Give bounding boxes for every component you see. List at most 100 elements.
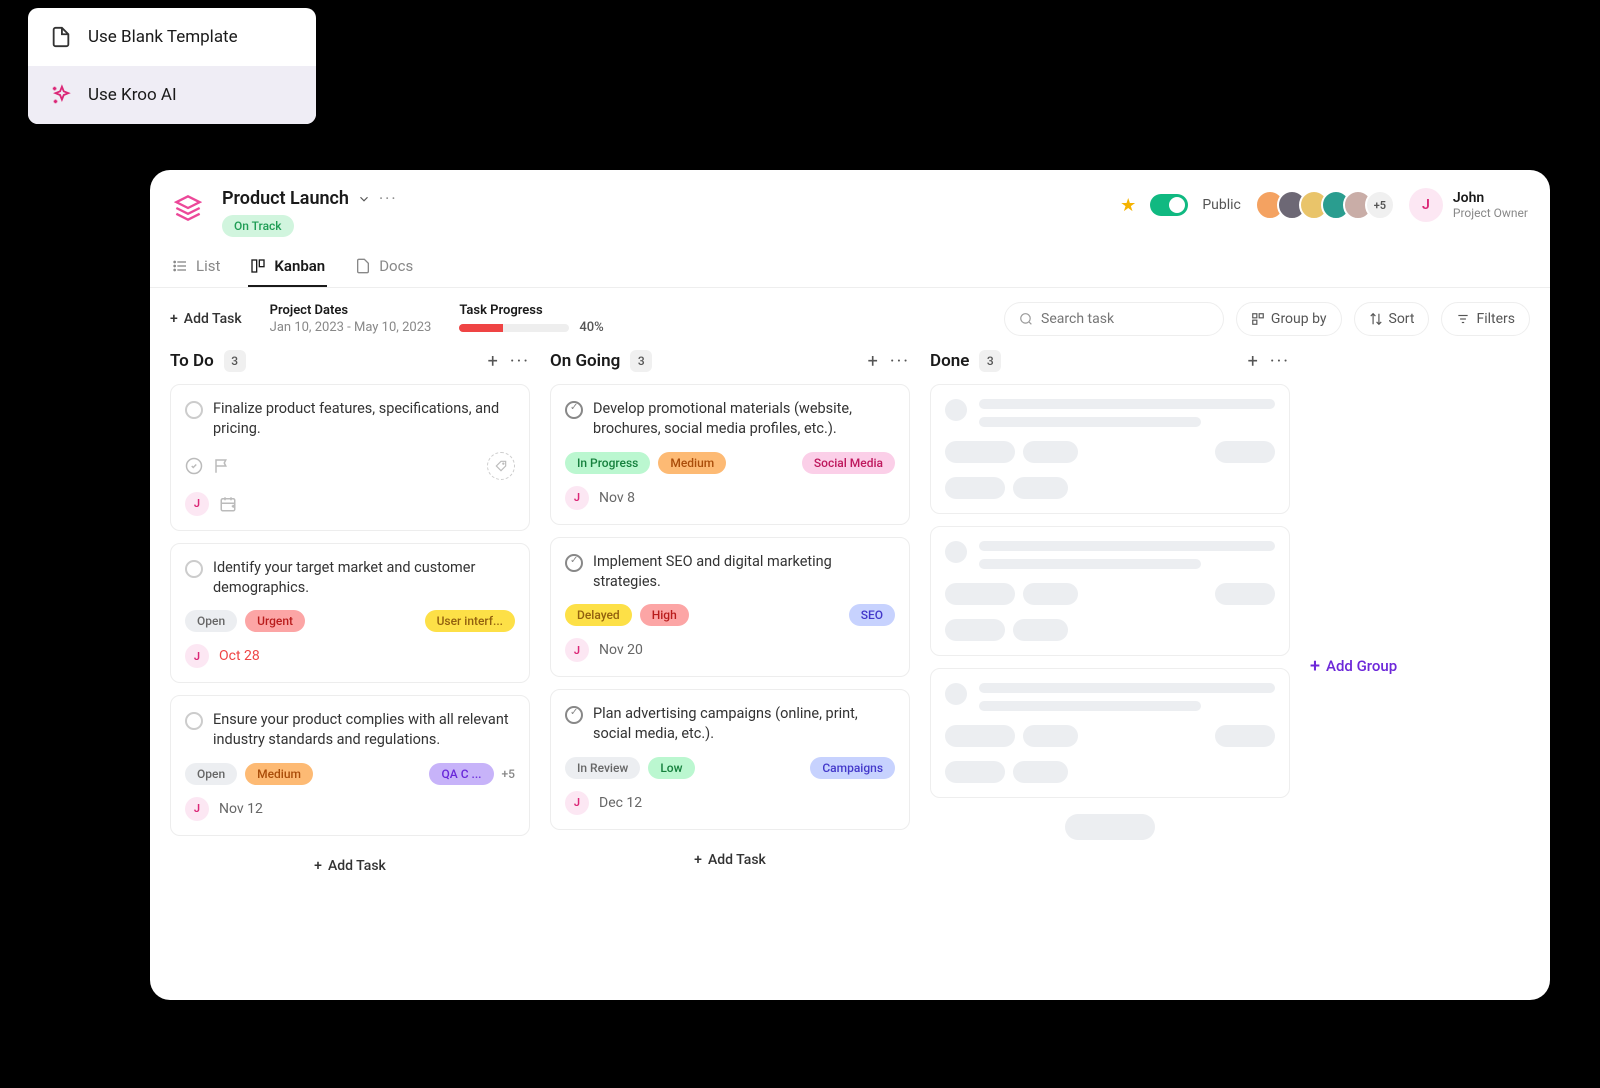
search-box[interactable] bbox=[1004, 302, 1224, 336]
project-dates-label: Project Dates bbox=[270, 303, 432, 318]
star-icon[interactable]: ★ bbox=[1120, 195, 1136, 216]
column-todo-title: To Do bbox=[170, 351, 214, 371]
column-add-icon[interactable]: + bbox=[488, 351, 498, 372]
column-done: Done 3 + ··· bbox=[930, 350, 1290, 980]
column-add-icon[interactable]: + bbox=[868, 351, 878, 372]
tab-kanban-label: Kanban bbox=[274, 257, 325, 275]
owner-avatar: J bbox=[1409, 188, 1443, 222]
tab-kanban[interactable]: Kanban bbox=[248, 247, 327, 287]
column-ongoing-title: On Going bbox=[550, 351, 620, 371]
plus-icon: + bbox=[694, 852, 702, 868]
column-done-title: Done bbox=[930, 351, 969, 371]
progress-bar bbox=[459, 324, 569, 332]
assignee-avatar[interactable]: J bbox=[185, 797, 209, 821]
task-title: Ensure your product complies with all re… bbox=[213, 710, 515, 751]
tag-button[interactable] bbox=[487, 452, 515, 480]
task-card[interactable]: Implement SEO and digital marketing stra… bbox=[550, 537, 910, 678]
task-title: Develop promotional materials (website, … bbox=[593, 399, 895, 440]
plus-icon: + bbox=[1310, 656, 1320, 677]
task-progress: Task Progress 40% bbox=[459, 303, 603, 335]
column-add-task[interactable]: + Add Task bbox=[550, 842, 910, 878]
label-tag: QA C ... bbox=[429, 763, 493, 785]
public-toggle[interactable] bbox=[1150, 194, 1188, 216]
blank-template-label: Use Blank Template bbox=[88, 27, 238, 47]
skeleton-card bbox=[930, 668, 1290, 798]
add-task-button[interactable]: + Add Task bbox=[170, 311, 242, 327]
sparkle-icon bbox=[48, 82, 74, 108]
project-title: Product Launch bbox=[222, 188, 349, 209]
ai-template-option[interactable]: Use Kroo AI bbox=[28, 66, 316, 124]
tab-list-label: List bbox=[196, 257, 220, 275]
priority-tag: High bbox=[640, 604, 689, 626]
assignee-avatar[interactable]: J bbox=[565, 638, 589, 662]
column-more-icon[interactable]: ··· bbox=[890, 351, 910, 372]
task-card[interactable]: Identify your target market and customer… bbox=[170, 543, 530, 684]
label-tag: User interf... bbox=[425, 610, 515, 632]
more-icon[interactable]: ··· bbox=[379, 189, 398, 208]
priority-tag: Medium bbox=[245, 763, 313, 785]
more-tags[interactable]: +5 bbox=[502, 767, 515, 781]
status-chip: On Track bbox=[222, 215, 294, 237]
column-ongoing: On Going 3 + ··· Develop promotional mat… bbox=[550, 350, 910, 980]
column-more-icon[interactable]: ··· bbox=[510, 351, 530, 372]
view-tabs: List Kanban Docs bbox=[150, 237, 1550, 288]
task-checkbox[interactable] bbox=[565, 554, 583, 572]
tab-docs-label: Docs bbox=[379, 257, 413, 275]
file-icon bbox=[48, 24, 74, 50]
date-button[interactable] bbox=[219, 495, 237, 513]
task-date: Oct 28 bbox=[219, 648, 260, 664]
task-checkbox[interactable] bbox=[185, 560, 203, 578]
app-window: Product Launch ··· On Track ★ Public +5 bbox=[150, 170, 1550, 1000]
blank-template-option[interactable]: Use Blank Template bbox=[28, 8, 316, 66]
status-tag: Open bbox=[185, 610, 237, 632]
project-icon bbox=[168, 188, 208, 228]
task-checkbox[interactable] bbox=[565, 401, 583, 419]
priority-tag: Low bbox=[648, 757, 694, 779]
sort-icon bbox=[1369, 312, 1383, 326]
label-tag: Social Media bbox=[802, 452, 895, 474]
avatar-stack[interactable]: +5 bbox=[1255, 190, 1395, 220]
chevron-down-icon[interactable] bbox=[357, 192, 371, 206]
project-dates-value: Jan 10, 2023 - May 10, 2023 bbox=[270, 320, 432, 335]
search-input[interactable] bbox=[1041, 311, 1209, 327]
plus-icon: + bbox=[314, 858, 322, 874]
task-card[interactable]: Plan advertising campaigns (online, prin… bbox=[550, 689, 910, 830]
tab-docs[interactable]: Docs bbox=[353, 247, 415, 287]
column-todo-count: 3 bbox=[224, 350, 246, 372]
task-title: Identify your target market and customer… bbox=[213, 558, 515, 599]
task-card[interactable]: Develop promotional materials (website, … bbox=[550, 384, 910, 525]
assignee-avatar[interactable]: J bbox=[185, 492, 209, 516]
column-more-icon[interactable]: ··· bbox=[1270, 351, 1290, 372]
status-tag: In Review bbox=[565, 757, 640, 779]
task-date: Nov 20 bbox=[599, 642, 643, 658]
task-checkbox[interactable] bbox=[185, 401, 203, 419]
task-date: Dec 12 bbox=[599, 795, 642, 811]
column-ongoing-count: 3 bbox=[630, 350, 652, 372]
owner-block[interactable]: J John Project Owner bbox=[1409, 188, 1528, 222]
task-date: Nov 8 bbox=[599, 490, 635, 506]
task-title: Finalize product features, specification… bbox=[213, 399, 515, 440]
assignee-avatar[interactable]: J bbox=[565, 791, 589, 815]
filters-button[interactable]: Filters bbox=[1441, 302, 1530, 336]
task-card[interactable]: Finalize product features, specification… bbox=[170, 384, 530, 531]
add-group-button[interactable]: + Add Group bbox=[1310, 350, 1397, 980]
flag-icon[interactable] bbox=[213, 457, 231, 475]
status-icon[interactable] bbox=[185, 457, 203, 475]
kanban-board: To Do 3 + ··· Finalize product features,… bbox=[150, 350, 1550, 1000]
skeleton-card bbox=[930, 526, 1290, 656]
task-checkbox[interactable] bbox=[565, 706, 583, 724]
avatar-more[interactable]: +5 bbox=[1365, 190, 1395, 220]
task-checkbox[interactable] bbox=[185, 712, 203, 730]
skeleton-card bbox=[930, 384, 1290, 514]
tab-list[interactable]: List bbox=[170, 247, 222, 287]
task-card[interactable]: Ensure your product complies with all re… bbox=[170, 695, 530, 836]
plus-icon: + bbox=[170, 311, 178, 327]
assignee-avatar[interactable]: J bbox=[565, 486, 589, 510]
ai-template-label: Use Kroo AI bbox=[88, 85, 177, 105]
column-add-icon[interactable]: + bbox=[1248, 351, 1258, 372]
status-tag: In Progress bbox=[565, 452, 650, 474]
assignee-avatar[interactable]: J bbox=[185, 644, 209, 668]
column-add-task[interactable]: + Add Task bbox=[170, 848, 530, 884]
group-by-button[interactable]: Group by bbox=[1236, 302, 1342, 336]
sort-button[interactable]: Sort bbox=[1354, 302, 1430, 336]
